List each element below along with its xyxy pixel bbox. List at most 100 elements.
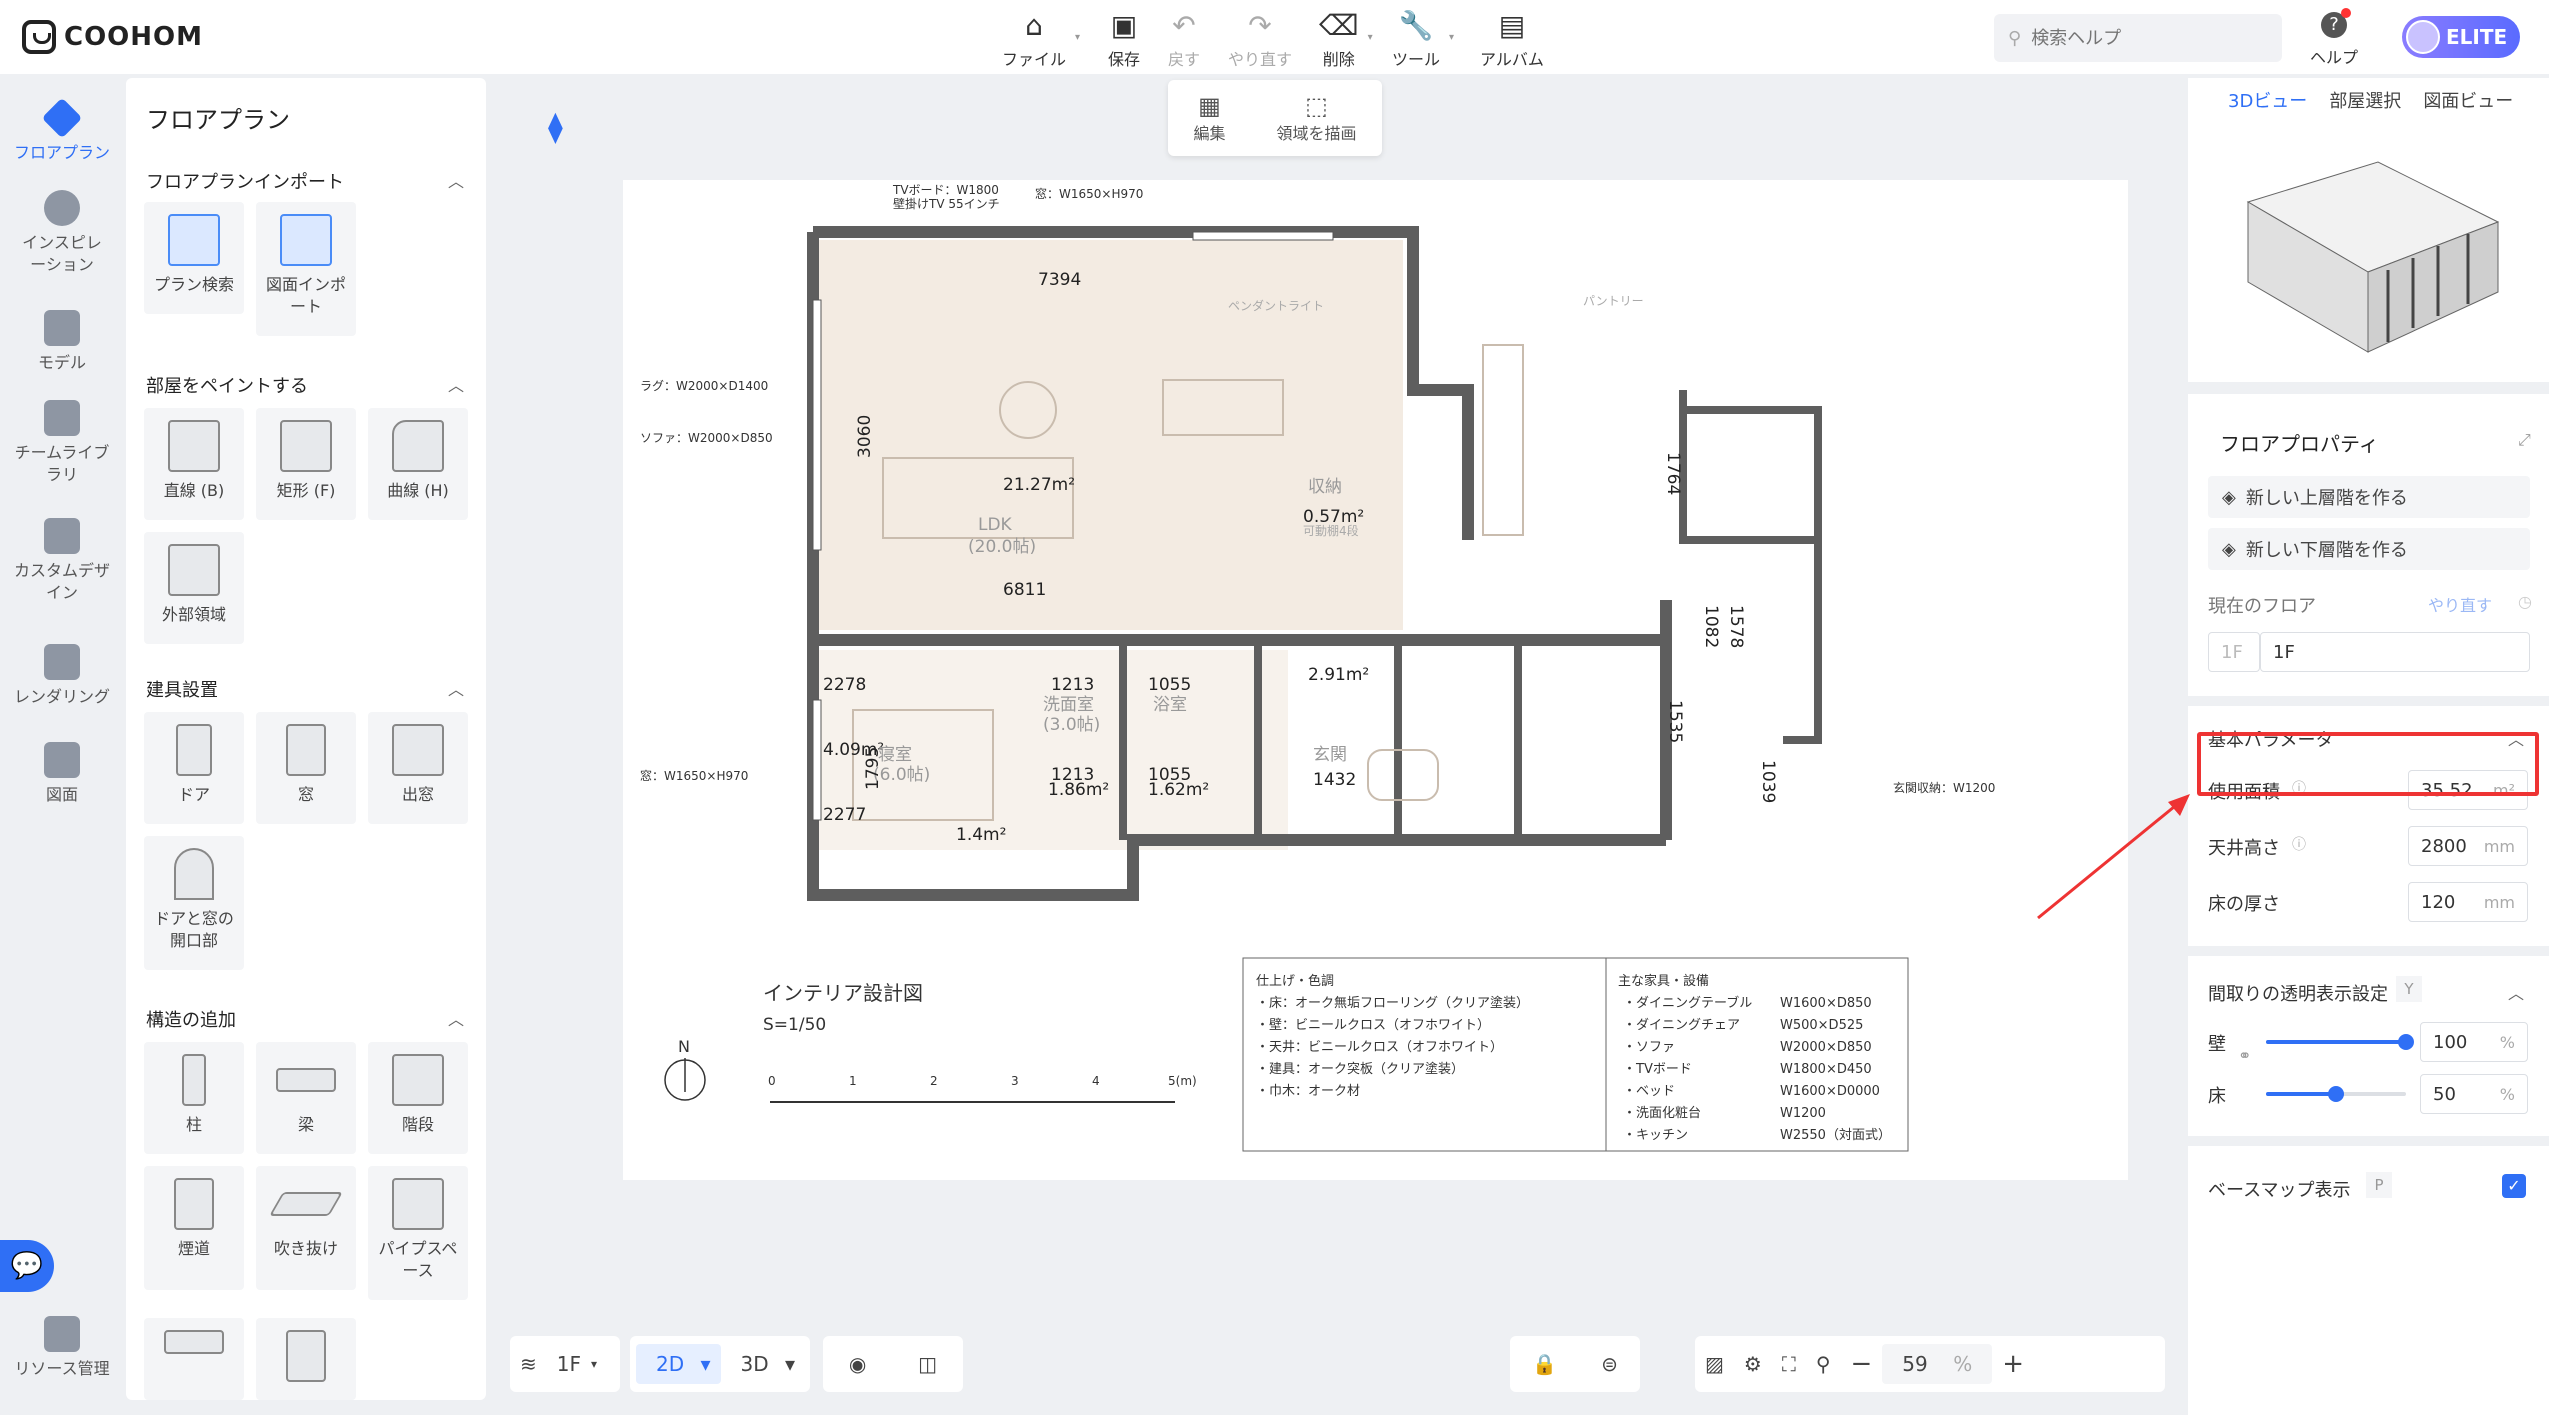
outer-area-tile[interactable]: 外部領域 (144, 532, 244, 644)
chevron-up-icon[interactable]: ︿ (2508, 980, 2524, 1004)
furniture-name: ・ダイニングチェア (1623, 1018, 1740, 1033)
nav-custom-design[interactable]: カスタムデザイン (0, 518, 124, 604)
nav-drawings[interactable]: 図面 (0, 742, 124, 806)
floor-slider-knob[interactable] (2328, 1086, 2344, 1102)
redo-button[interactable]: ↷ やり直す (1228, 8, 1292, 70)
expand-icon[interactable]: ⤢ (2518, 430, 2531, 450)
edit-button[interactable]: ▦ 編集 (1193, 92, 1225, 144)
tab-room-select[interactable]: 部屋選択 (2329, 87, 2401, 113)
dim-1082: 1082 (1701, 605, 1721, 648)
bay-window-tile[interactable]: 出窓 (368, 712, 468, 824)
ceiling-height-input[interactable]: 2800 mm (2408, 826, 2528, 866)
nav-model[interactable]: モデル (0, 310, 124, 374)
help-button[interactable]: ? ヘルプ (2310, 8, 2358, 68)
floor-thickness-input[interactable]: 120 mm (2408, 882, 2528, 922)
tools-menu-button[interactable]: 🔧 ツール ▾ (1392, 8, 1454, 70)
delete-button[interactable]: ⌫ 削除 ▾ (1319, 8, 1373, 70)
nav-inspiration[interactable]: インスピレーション (0, 190, 124, 276)
finish-line: ・天井：ビニールクロス（オフホワイト） (1256, 1040, 1503, 1055)
cube-view-icon[interactable]: ◫ (908, 1352, 947, 1376)
wall-slider-knob[interactable] (2398, 1034, 2414, 1050)
nav-team-library[interactable]: チームライブラリ (0, 400, 124, 486)
column-icon (182, 1054, 206, 1106)
basemap-checkbox[interactable]: ✓ (2502, 1174, 2526, 1198)
stairs-icon (392, 1054, 444, 1106)
zoom-search-icon[interactable]: ⚲ (1806, 1352, 1841, 1376)
eye-icon[interactable]: ◉ (839, 1352, 876, 1376)
tab-drawing-view[interactable]: 図面ビュー (2423, 87, 2513, 113)
undo-icon: ↶ (1172, 9, 1196, 42)
layers-plus-icon: ◈ (2222, 486, 2236, 508)
nav-resource-management[interactable]: リソース管理 (0, 1316, 124, 1380)
ann-window-left: 窓：W1650×H970 (640, 768, 748, 783)
floor-selector[interactable]: ≋ 1F ▾ (510, 1336, 620, 1392)
chevron-down-icon: ▾ (1074, 32, 1081, 43)
account-badge[interactable]: ELITE (2402, 16, 2520, 58)
nav-floorplan[interactable]: フロアプラン (0, 97, 124, 164)
mode-2d-button[interactable]: 2D ▾ (636, 1344, 721, 1384)
3d-preview[interactable] (2188, 122, 2549, 394)
floor-opacity-input[interactable]: 50% (2420, 1074, 2528, 1114)
line-tool-tile[interactable]: 直線 (B) (144, 408, 244, 520)
compass-icon[interactable]: ⧫ (548, 110, 563, 145)
section-paint-room[interactable]: 部屋をペイントする ︿ (146, 372, 464, 398)
column-tile[interactable]: 柱 (144, 1042, 244, 1154)
zoom-out-button[interactable]: − (1841, 1349, 1883, 1379)
plan-search-tile[interactable]: プラン検索 (144, 202, 244, 314)
floor-opacity-slider[interactable] (2266, 1086, 2406, 1102)
file-menu-button[interactable]: ⌂ ファイル ▾ (1002, 8, 1080, 70)
wall-opacity-slider[interactable] (2266, 1034, 2414, 1050)
link-icon[interactable]: ⚭ (2238, 1046, 2251, 1065)
pipe-space-icon (392, 1178, 444, 1230)
pipe-space-tile[interactable]: パイプスペース (368, 1166, 468, 1300)
pendant-label: ペンダントライト (1228, 298, 1324, 313)
door-tile[interactable]: ドア (144, 712, 244, 824)
rectangle-tool-tile[interactable]: 矩形 (F) (256, 408, 356, 520)
eraser-icon: ⌫ (1319, 9, 1359, 42)
structure-tile-more-1[interactable] (144, 1318, 244, 1400)
add-lower-floor-button[interactable]: ◈ 新しい下層階を作る (2208, 528, 2530, 570)
zoom-in-button[interactable]: + (1992, 1349, 2034, 1379)
settings-icon[interactable]: ⚙ (1734, 1352, 1772, 1376)
divider (2188, 696, 2549, 706)
layers-icon: ≋ (520, 1352, 537, 1376)
draw-area-button[interactable]: ⬚ 領域を描画 (1276, 92, 1356, 144)
flue-tile[interactable]: 煙道 (144, 1166, 244, 1290)
add-upper-floor-button[interactable]: ◈ 新しい上層階を作る (2208, 476, 2530, 518)
chat-button[interactable]: 💬 (0, 1240, 54, 1292)
opening-tile[interactable]: ドアと窓の開口部 (144, 836, 244, 970)
void-tile[interactable]: 吹き抜け (256, 1166, 356, 1290)
image-icon[interactable]: ▨ (1695, 1352, 1734, 1376)
furniture-size: W2000×D850 (1780, 1040, 1872, 1055)
section-structure[interactable]: 構造の追加 ︿ (146, 1006, 464, 1032)
undo-button[interactable]: ↶ 戻す (1168, 8, 1200, 70)
toggle-icon[interactable]: ⊜ (1591, 1352, 1628, 1376)
tab-3d-view[interactable]: 3Dビュー (2228, 87, 2307, 113)
section-fixtures[interactable]: 建具設置 ︿ (146, 676, 464, 702)
drawing-import-tile[interactable]: 図面インポート (256, 202, 356, 336)
zoom-field[interactable]: 59% (1882, 1344, 1993, 1384)
coohom-logo-icon (22, 20, 56, 54)
lock-icon[interactable]: 🔒 (1522, 1352, 1567, 1376)
search-input[interactable] (2031, 27, 2252, 49)
wall-slider-fill (2266, 1040, 2406, 1044)
logo[interactable]: COOHOM (22, 18, 203, 56)
window-tile[interactable]: 窓 (256, 712, 356, 824)
furniture-size: W1800×D450 (1780, 1062, 1872, 1077)
album-button[interactable]: ▤ アルバム (1480, 8, 1544, 70)
beam-tile[interactable]: 梁 (256, 1042, 356, 1154)
save-button[interactable]: ▣ 保存 (1108, 8, 1140, 70)
floor-name-input[interactable]: 1F (2260, 632, 2530, 672)
redo-link[interactable]: やり直す (2428, 592, 2492, 616)
wall-opacity-input[interactable]: 100% (2420, 1022, 2528, 1062)
mode-3d-button[interactable]: 3D ▾ (721, 1352, 806, 1376)
structure-tile-more-2[interactable] (256, 1318, 356, 1400)
north-label: N (678, 1037, 690, 1056)
curve-tool-tile[interactable]: 曲線 (H) (368, 408, 468, 520)
ldk-area: 21.27m² (1003, 475, 1075, 495)
fit-icon[interactable]: ⛶ (1772, 1352, 1806, 1376)
help-search[interactable]: ⚲ (1994, 14, 2282, 62)
stairs-tile[interactable]: 階段 (368, 1042, 468, 1154)
nav-rendering[interactable]: レンダリング (0, 644, 124, 708)
section-import[interactable]: フロアプランインポート ︿ (146, 168, 464, 194)
